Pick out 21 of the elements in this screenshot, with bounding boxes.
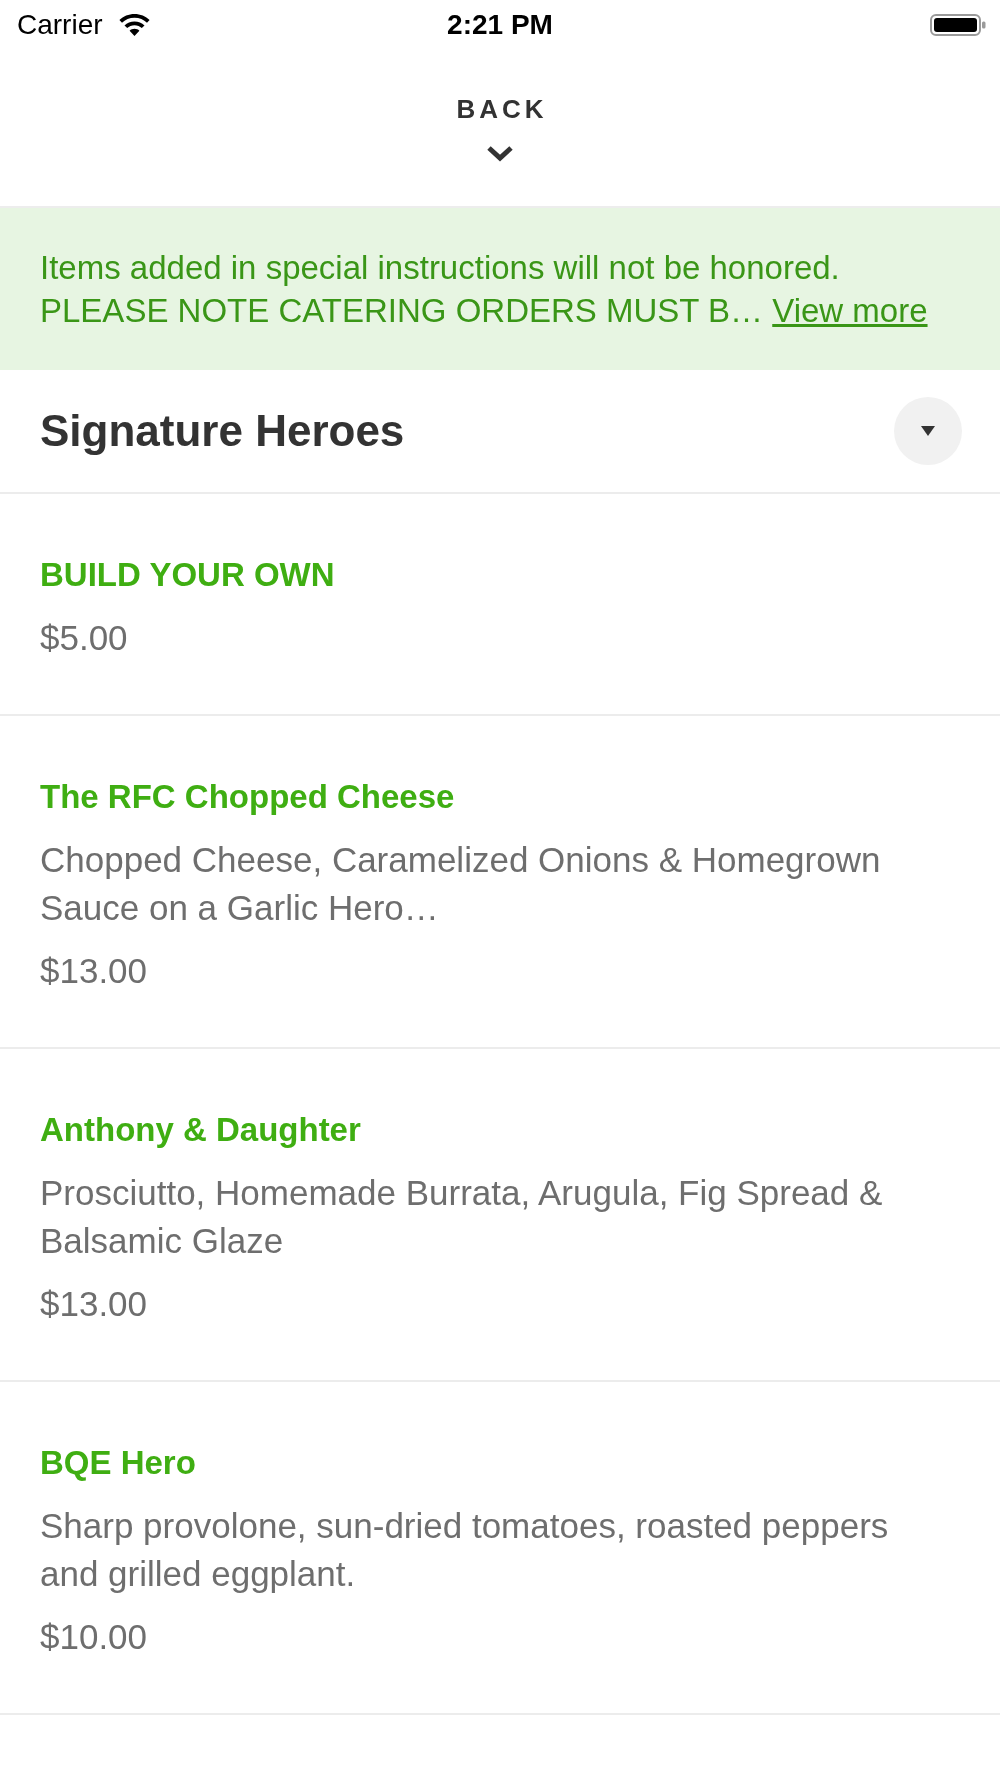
item-price: $13.00 xyxy=(40,1283,148,1325)
item-price: $13.00 xyxy=(40,950,148,992)
item-name[interactable]: BQE Hero xyxy=(40,1439,196,1487)
wifi-icon xyxy=(118,14,150,36)
carrier-label: Carrier xyxy=(17,8,103,42)
item-description: Sharp provolone, sun-dried tomatoes, roasted peppers and grilled eggplant. xyxy=(40,1505,890,1595)
chevron-down-icon xyxy=(486,145,514,162)
item-price: $10.00 xyxy=(40,1616,148,1658)
item-name[interactable]: Anthony & Daughter xyxy=(40,1106,361,1154)
item-name[interactable]: BUILD YOUR OWN xyxy=(40,551,335,599)
notice-text: Items added in special instructions will not be honored. PLEASE NOTE CATERING ORDERS MUST B… View more xyxy=(40,248,929,331)
view-more-link[interactable]: View more xyxy=(772,292,928,329)
time-label: 2:21 PM xyxy=(447,8,553,42)
item-name[interactable]: The RFC Chopped Cheese xyxy=(40,773,455,821)
section-title: Signature Heroes xyxy=(40,405,405,457)
item-price: $5.00 xyxy=(40,617,128,659)
item-description: Chopped Cheese, Caramelized Onions & Homegrown Sauce on a Garlic Hero… xyxy=(40,839,882,929)
caret-down-icon xyxy=(921,426,935,436)
battery-icon xyxy=(930,14,986,36)
back-button[interactable]: BACK xyxy=(452,92,548,176)
item-description: Prosciutto, Homemade Burrata, Arugula, Fig Spread & Balsamic Glaze xyxy=(40,1172,884,1262)
